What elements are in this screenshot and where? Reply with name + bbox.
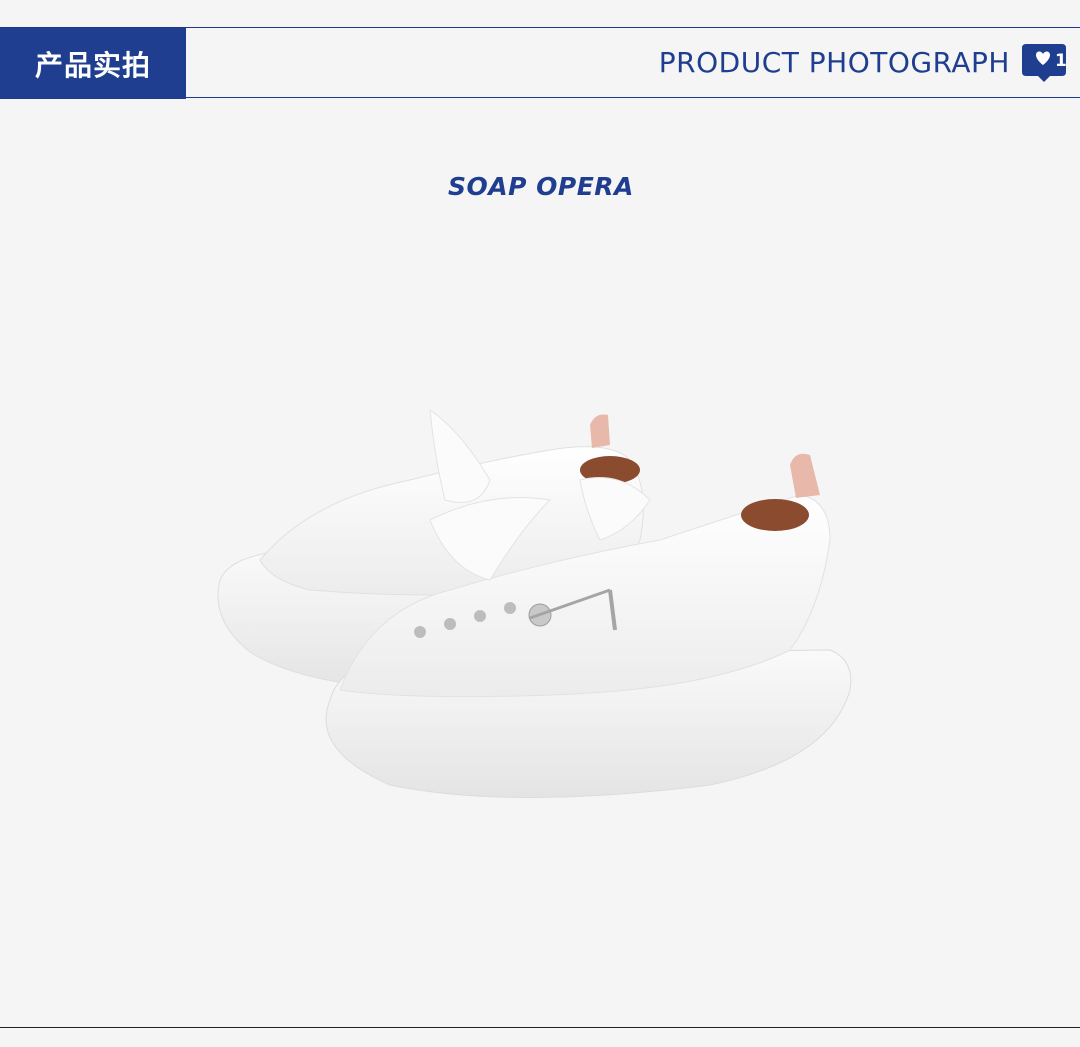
product-photo (217, 408, 852, 798)
section-header: 产品实拍 PRODUCT PHOTOGRAPH 1 (0, 28, 1080, 99)
section-title-en: PRODUCT PHOTOGRAPH (658, 46, 1010, 79)
section-title-cn: 产品实拍 (0, 28, 186, 99)
like-badge[interactable]: 1 (1020, 42, 1068, 82)
brand-logo: SOAP OPERA (448, 172, 634, 201)
heart-chat-bubble-icon: 1 (1022, 44, 1067, 82)
bottom-divider (0, 1027, 1080, 1028)
like-count: 1 (1055, 51, 1067, 71)
